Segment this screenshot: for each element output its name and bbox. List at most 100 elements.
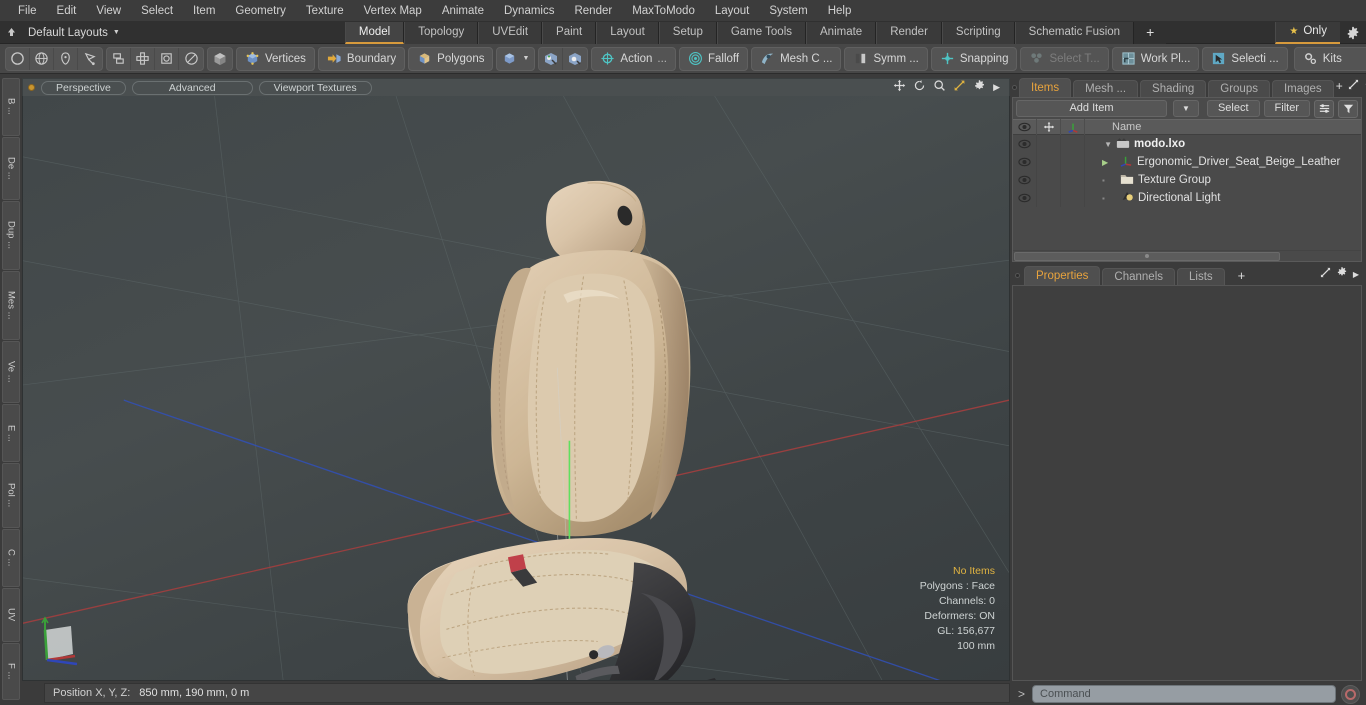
menu-layout[interactable]: Layout bbox=[705, 0, 760, 22]
menu-geometry[interactable]: Geometry bbox=[225, 0, 296, 22]
record-icon[interactable] bbox=[1341, 684, 1360, 704]
symmetry-button[interactable]: Symm ... bbox=[844, 46, 928, 71]
table-row[interactable]: ▪ Texture Group bbox=[1013, 171, 1361, 189]
menu-view[interactable]: View bbox=[86, 0, 131, 22]
selection-mode-polygons[interactable]: Polygons bbox=[408, 46, 494, 71]
triangle-right-icon[interactable]: ▶ bbox=[1102, 158, 1116, 167]
tree-item-mesh[interactable]: ▶ Ergonomic_Driver_Seat_Beige_Leather bbox=[1085, 154, 1361, 170]
tree-item-directional-light[interactable]: ▪ Directional Light bbox=[1085, 190, 1361, 206]
command-input[interactable]: Command bbox=[1032, 685, 1336, 703]
menu-vertex-map[interactable]: Vertex Map bbox=[354, 0, 432, 22]
eye-icon[interactable] bbox=[1013, 153, 1037, 171]
falloff-button[interactable]: Falloff bbox=[678, 46, 749, 71]
menu-system[interactable]: System bbox=[759, 0, 817, 22]
menu-maxtomodo[interactable]: MaxToModo bbox=[622, 0, 705, 22]
panel-menu-dot[interactable] bbox=[1012, 266, 1022, 285]
pen-icon[interactable] bbox=[54, 47, 78, 70]
eye-icon[interactable] bbox=[1013, 171, 1037, 189]
vtab-basic[interactable]: B ... bbox=[2, 78, 20, 136]
tab-render[interactable]: Render bbox=[876, 21, 942, 44]
kits-button[interactable]: Kits bbox=[1293, 46, 1366, 71]
tab-items[interactable]: Items bbox=[1019, 78, 1072, 97]
gear-icon[interactable] bbox=[973, 79, 986, 97]
tab-mesh-ops[interactable]: Mesh ... bbox=[1073, 80, 1139, 97]
gear-icon[interactable] bbox=[1340, 22, 1366, 44]
tab-images[interactable]: Images bbox=[1271, 80, 1334, 97]
menu-item[interactable]: Item bbox=[183, 0, 225, 22]
snapping-button[interactable]: Snapping bbox=[930, 46, 1018, 71]
only-toggle-button[interactable]: ★ Only bbox=[1275, 21, 1340, 44]
expand-icon[interactable] bbox=[1348, 77, 1359, 95]
scrollbar-thumb[interactable] bbox=[1014, 251, 1281, 261]
vtab-vertex[interactable]: Ve ... bbox=[2, 340, 20, 404]
menu-dynamics[interactable]: Dynamics bbox=[494, 0, 564, 22]
viewport-textures-selector[interactable]: Viewport Textures bbox=[258, 80, 372, 95]
item-tree-hscrollbar[interactable] bbox=[1013, 250, 1361, 261]
selection-mode-vertices[interactable]: Vertices bbox=[236, 46, 315, 71]
vtab-duplicate[interactable]: Dup ... bbox=[2, 201, 20, 270]
eye-icon[interactable] bbox=[1013, 135, 1037, 153]
filter-button[interactable]: Filter bbox=[1263, 100, 1310, 117]
selection-sets-button[interactable]: Selecti ... bbox=[1202, 46, 1288, 71]
center-icon[interactable] bbox=[155, 47, 179, 70]
snap-vertex-icon[interactable] bbox=[539, 47, 564, 70]
tab-schematic-fusion[interactable]: Schematic Fusion bbox=[1014, 21, 1135, 44]
vtab-polygon[interactable]: Pol ... bbox=[2, 462, 20, 528]
snap-edge-icon[interactable] bbox=[563, 48, 587, 70]
menu-render[interactable]: Render bbox=[564, 0, 622, 22]
element-dropdown-button[interactable]: ▼ bbox=[496, 46, 536, 71]
tab-lists[interactable]: Lists bbox=[1177, 268, 1225, 285]
tab-model[interactable]: Model bbox=[344, 21, 405, 44]
tab-animate[interactable]: Animate bbox=[806, 21, 877, 44]
table-row[interactable]: ▶ Ergonomic_Driver_Seat_Beige_Leather bbox=[1013, 153, 1361, 171]
move-lock-icon[interactable] bbox=[1037, 119, 1061, 135]
mirror-icon[interactable] bbox=[107, 47, 131, 70]
selection-mode-boundary[interactable]: Boundary bbox=[317, 46, 406, 71]
funnel-icon[interactable] bbox=[1338, 99, 1358, 118]
expand-icon[interactable] bbox=[1320, 265, 1331, 283]
chevron-right-icon[interactable]: ▶ bbox=[1353, 270, 1359, 279]
cube-icon[interactable] bbox=[208, 48, 232, 70]
action-center-button[interactable]: Action ... bbox=[591, 46, 676, 71]
tab-uvedit[interactable]: UVEdit bbox=[478, 21, 543, 44]
tab-paint[interactable]: Paint bbox=[542, 21, 597, 44]
table-row[interactable]: ▪ Directional Light bbox=[1013, 189, 1361, 207]
add-item-dropdown[interactable]: ▼ bbox=[1172, 100, 1199, 117]
symmetry-icon[interactable] bbox=[131, 47, 155, 70]
vtab-curve[interactable]: C ... bbox=[2, 528, 20, 588]
axis-icon[interactable] bbox=[1061, 119, 1085, 135]
tab-layout[interactable]: Layout bbox=[596, 21, 659, 44]
rotate-icon[interactable] bbox=[913, 79, 926, 97]
eye-icon[interactable] bbox=[1013, 119, 1037, 135]
triangle-down-icon[interactable]: ▼ bbox=[1090, 140, 1112, 149]
vtab-fusion[interactable]: F ... bbox=[2, 642, 20, 701]
circle-icon[interactable] bbox=[6, 47, 30, 70]
viewport-3d[interactable]: No Items Polygons : Face Channels: 0 Def… bbox=[22, 96, 1010, 681]
globe-icon[interactable] bbox=[30, 47, 54, 70]
eye-icon[interactable] bbox=[1013, 189, 1037, 207]
select-button[interactable]: Select bbox=[1206, 100, 1260, 117]
plus-icon[interactable]: + bbox=[1336, 80, 1343, 92]
menu-edit[interactable]: Edit bbox=[47, 0, 87, 22]
add-layout-tab-button[interactable]: + bbox=[1134, 21, 1167, 44]
viewport-projection-selector[interactable]: Perspective bbox=[41, 80, 126, 95]
tab-channels[interactable]: Channels bbox=[1102, 268, 1176, 285]
panel-menu-dot[interactable] bbox=[1012, 78, 1017, 97]
radial-icon[interactable] bbox=[179, 48, 203, 70]
add-properties-tab-button[interactable]: + bbox=[1227, 268, 1257, 285]
tab-shading[interactable]: Shading bbox=[1140, 80, 1207, 97]
menu-file[interactable]: File bbox=[8, 0, 47, 22]
menu-select[interactable]: Select bbox=[131, 0, 183, 22]
menu-animate[interactable]: Animate bbox=[432, 0, 494, 22]
move-icon[interactable] bbox=[893, 79, 906, 97]
menu-texture[interactable]: Texture bbox=[296, 0, 354, 22]
properties-panel-body[interactable] bbox=[1012, 285, 1362, 681]
add-item-button[interactable]: Add Item bbox=[1016, 100, 1167, 117]
tab-game-tools[interactable]: Game Tools bbox=[716, 21, 806, 44]
fit-icon[interactable] bbox=[953, 79, 966, 97]
vtab-edge[interactable]: E ... bbox=[2, 404, 20, 462]
work-plane-button[interactable]: Work Pl... bbox=[1111, 46, 1200, 71]
viewport-menu-dot[interactable] bbox=[28, 84, 35, 91]
tab-groups[interactable]: Groups bbox=[1208, 80, 1270, 97]
gear-icon[interactable] bbox=[1336, 265, 1348, 283]
